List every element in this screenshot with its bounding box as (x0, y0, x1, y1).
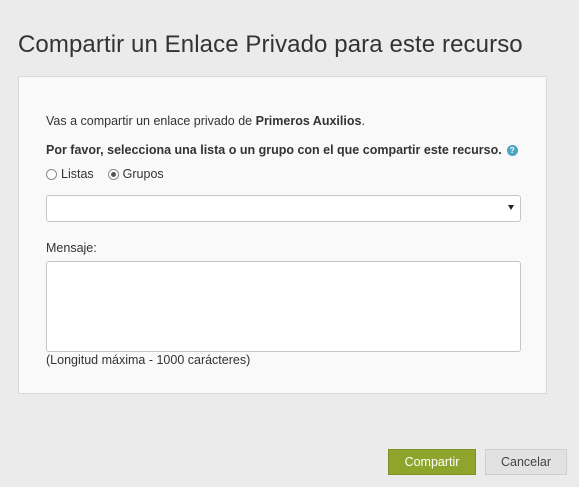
intro-text: Vas a compartir un enlace privado de Pri… (46, 113, 365, 129)
radio-option-listas[interactable]: Listas (46, 166, 94, 182)
radio-listas-label: Listas (61, 167, 94, 181)
radio-option-grupos[interactable]: Grupos (107, 166, 164, 182)
share-target-radio-group: Listas Grupos (46, 166, 178, 182)
group-select[interactable] (46, 195, 521, 222)
chevron-down-icon (508, 205, 514, 210)
cancel-button[interactable]: Cancelar (485, 449, 567, 475)
radio-grupos[interactable] (107, 168, 119, 180)
help-icon[interactable]: ? (506, 144, 518, 156)
max-length-hint: (Longitud máxima - 1000 carácteres) (46, 353, 251, 367)
prompt-text: Por favor, selecciona una lista o un gru… (46, 143, 502, 157)
intro-prefix: Vas a compartir un enlace privado de (46, 114, 256, 128)
message-label: Mensaje: (46, 241, 97, 255)
share-form-panel: Vas a compartir un enlace privado de Pri… (18, 76, 547, 394)
intro-suffix: . (361, 114, 365, 128)
share-target-prompt: Por favor, selecciona una lista o un gru… (46, 142, 518, 158)
share-button[interactable]: Compartir (388, 449, 476, 475)
radio-grupos-label: Grupos (122, 167, 164, 181)
resource-name: Primeros Auxilios (255, 114, 362, 128)
message-textarea[interactable] (46, 261, 521, 352)
dialog-title: Compartir un Enlace Privado para este re… (18, 31, 523, 58)
radio-listas[interactable] (46, 168, 57, 180)
